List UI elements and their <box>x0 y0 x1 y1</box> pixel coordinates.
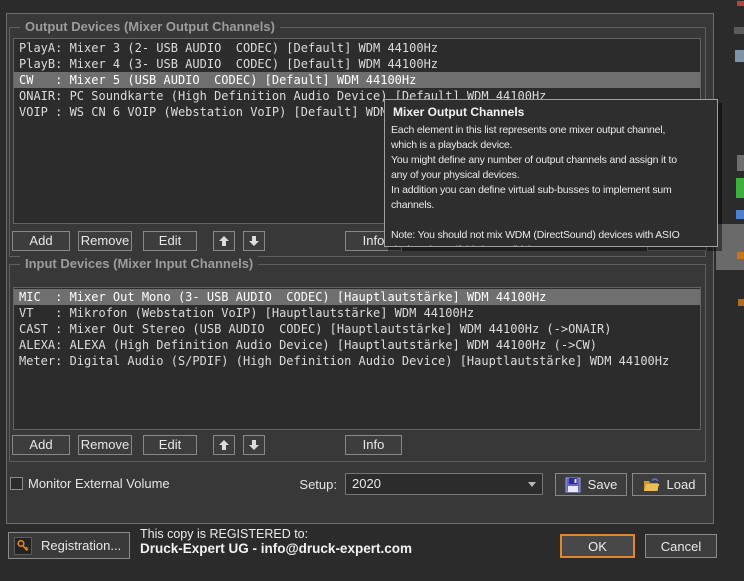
mixer-output-channels-tooltip: Mixer Output Channels Each element in th… <box>384 99 718 247</box>
input-add-button[interactable]: Add <box>12 435 70 455</box>
registered-to-line: This copy is REGISTERED to: <box>140 527 308 541</box>
load-button[interactable]: Load <box>632 473 706 496</box>
output-device-row-selected[interactable]: CW : Mixer 5 (USB AUDIO CODEC) [Default]… <box>14 72 700 88</box>
background-artifact <box>716 224 744 270</box>
key-icon <box>14 537 32 555</box>
output-devices-title: Output Devices (Mixer Output Channels) <box>20 19 280 34</box>
output-edit-button[interactable]: Edit <box>143 231 197 251</box>
setup-dropdown-value: 2020 <box>352 476 381 491</box>
output-move-up-button[interactable] <box>213 231 235 251</box>
input-edit-button[interactable]: Edit <box>143 435 197 455</box>
input-device-row[interactable]: Meter: Digital Audio (S/PDIF) (High Defi… <box>14 353 700 369</box>
registered-owner-line: Druck-Expert UG - info@druck-expert.com <box>140 541 412 556</box>
save-button-label: Save <box>588 476 618 494</box>
input-device-row[interactable]: CAST : Mixer Out Stereo (USB AUDIO CODEC… <box>14 321 700 337</box>
input-move-up-button[interactable] <box>213 435 235 455</box>
input-device-row[interactable]: ALEXA: ALEXA (High Definition Audio Devi… <box>14 337 700 353</box>
arrow-up-icon <box>218 439 230 451</box>
input-devices-list[interactable]: MIC : Mixer Out Mono (3- USB AUDIO CODEC… <box>13 287 701 430</box>
tooltip-body: Each element in this list represents one… <box>385 122 717 247</box>
input-move-down-button[interactable] <box>243 435 265 455</box>
arrow-down-icon <box>248 235 260 247</box>
background-artifact <box>738 299 744 306</box>
setup-dropdown[interactable]: 2020 <box>345 473 543 495</box>
input-device-row-selected[interactable]: MIC : Mixer Out Mono (3- USB AUDIO CODEC… <box>14 289 700 305</box>
cancel-button[interactable]: Cancel <box>645 534 717 558</box>
background-artifact <box>737 252 744 259</box>
background-artifact <box>736 210 744 219</box>
registration-button[interactable]: Registration... <box>8 532 130 559</box>
arrow-up-icon <box>218 235 230 247</box>
input-remove-button[interactable]: Remove <box>78 435 132 455</box>
save-button[interactable]: Save <box>555 473 627 496</box>
input-devices-title: Input Devices (Mixer Input Channels) <box>20 256 258 271</box>
floppy-disk-icon <box>565 477 581 493</box>
setup-label: Setup: <box>280 477 337 492</box>
monitor-external-volume-label: Monitor External Volume <box>28 476 170 491</box>
background-artifact <box>734 27 744 34</box>
output-add-button[interactable]: Add <box>12 231 70 251</box>
background-artifact <box>735 50 744 62</box>
input-device-row[interactable]: VT : Mikrofon (Webstation VoIP) [Hauptla… <box>14 305 700 321</box>
output-move-down-button[interactable] <box>243 231 265 251</box>
open-folder-icon <box>643 477 660 492</box>
output-device-row[interactable]: PlayA: Mixer 3 (2- USB AUDIO CODEC) [Def… <box>14 40 700 56</box>
input-info-button[interactable]: Info <box>345 435 402 455</box>
chevron-down-icon <box>528 482 536 487</box>
background-artifact <box>737 155 744 171</box>
tooltip-title: Mixer Output Channels <box>385 100 717 122</box>
background-artifact <box>737 1 744 6</box>
monitor-external-volume-checkbox[interactable] <box>10 477 23 490</box>
output-remove-button[interactable]: Remove <box>78 231 132 251</box>
vu-meter-fragment <box>736 178 744 198</box>
arrow-down-icon <box>248 439 260 451</box>
ok-button[interactable]: OK <box>560 534 635 558</box>
load-button-label: Load <box>667 476 696 494</box>
registration-button-label: Registration... <box>41 538 121 553</box>
output-device-row[interactable]: PlayB: Mixer 4 (3- USB AUDIO CODEC) [Def… <box>14 56 700 72</box>
